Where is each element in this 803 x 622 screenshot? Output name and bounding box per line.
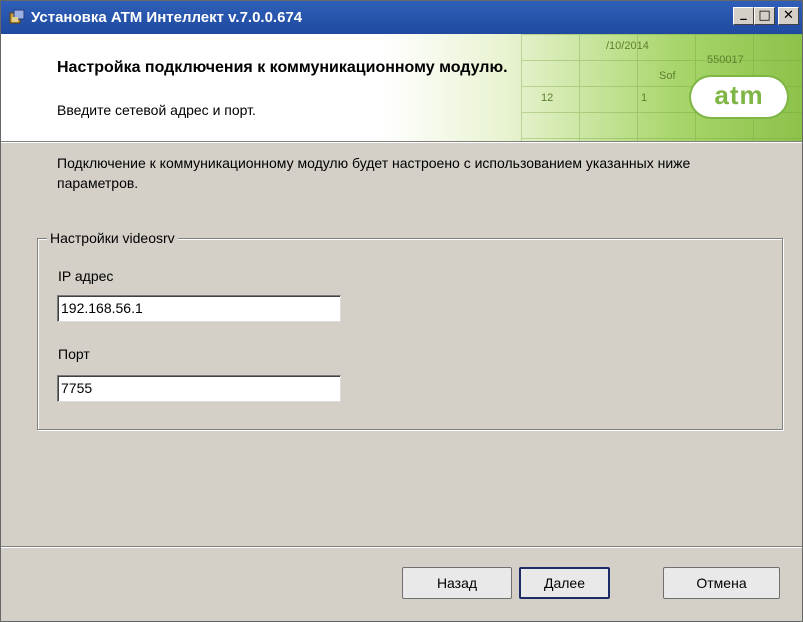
- description-text: Подключение к коммуникационному модулю б…: [57, 155, 691, 191]
- installer-icon: [9, 9, 25, 24]
- page-subtitle: Введите сетевой адрес и порт.: [57, 102, 256, 118]
- cancel-button[interactable]: Отмена: [663, 567, 780, 599]
- ip-address-label: IP адрес: [58, 268, 114, 284]
- window-title: Установка ATM Интеллект v.7.0.0.674: [31, 9, 303, 26]
- atm-logo: atm: [691, 77, 787, 117]
- title-bar[interactable]: Установка ATM Интеллект v.7.0.0.674 _ □ …: [1, 1, 802, 34]
- group-title: Настройки videosrv: [47, 230, 178, 246]
- minimize-button[interactable]: _: [733, 6, 754, 25]
- port-label: Порт: [58, 346, 90, 362]
- header-bg-fragment: /10/2014: [606, 40, 649, 52]
- minimize-icon: _: [740, 6, 747, 21]
- back-button[interactable]: Назад: [402, 567, 512, 599]
- installer-window: Установка ATM Интеллект v.7.0.0.674 _ □ …: [0, 0, 803, 622]
- logo-text: atm: [714, 80, 764, 110]
- close-icon: ✕: [783, 8, 794, 23]
- next-button[interactable]: Далее: [519, 567, 610, 599]
- maximize-button[interactable]: □: [754, 7, 775, 25]
- close-button[interactable]: ✕: [778, 7, 799, 25]
- header-bg-fragment: Sof: [659, 70, 676, 82]
- port-field[interactable]: 7755: [57, 375, 341, 402]
- header-divider: [1, 141, 802, 143]
- header-bg-fragment: 1: [641, 92, 648, 104]
- header-bg-fragment: 550017: [707, 54, 744, 66]
- maximize-icon: □: [758, 8, 771, 23]
- page-title: Настройка подключения к коммуникационном…: [57, 59, 508, 76]
- header-bg-fragment: 12: [541, 92, 554, 104]
- ip-address-field[interactable]: 192.168.56.1: [57, 295, 341, 322]
- header-banner: /10/2014 550017 Sof 1 12 Настройка подкл…: [1, 34, 802, 141]
- footer-divider: [1, 546, 802, 548]
